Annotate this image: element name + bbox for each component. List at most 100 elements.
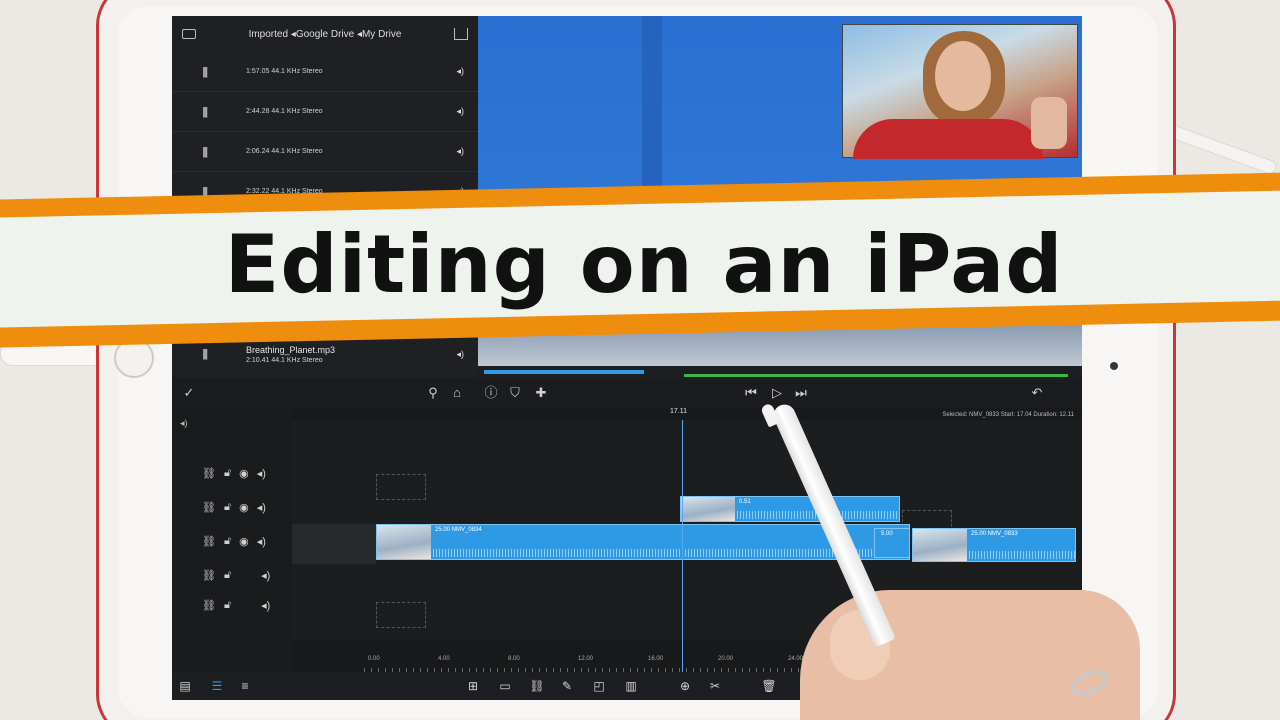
link-icon[interactable]: ⛓: [202, 467, 216, 480]
speaker-icon[interactable]: ◂): [456, 66, 464, 77]
add-media-icon[interactable]: ⊞: [464, 677, 482, 695]
clip-thumbnail: [681, 497, 735, 521]
playhead[interactable]: [682, 420, 683, 674]
check-circle-icon[interactable]: ✓: [180, 384, 198, 402]
info-icon[interactable]: ⓘ: [482, 384, 500, 402]
empty-clip-slot[interactable]: [376, 474, 426, 500]
media-browser-header: Imported ◂Google Drive ◂My Drive: [172, 16, 478, 52]
scrub-progress: [484, 370, 644, 374]
scissors-icon[interactable]: ✂: [706, 677, 724, 695]
duration: 1:57.05: [246, 68, 270, 75]
list-item[interactable]: ||||| 1:57.05 44.1 KHz Stereo ◂): [172, 52, 478, 92]
audio-meta: 44.1 KHz Stereo: [271, 108, 323, 115]
audio-meta: 44.1 KHz Stereo: [271, 68, 323, 75]
track-controls-row: ⛓ 🔓︎ ◂): [202, 594, 292, 616]
title-banner: Editing on an iPad: [0, 172, 1280, 349]
ruler-label: 0.00: [368, 656, 380, 662]
duration: 2:10.41: [246, 356, 270, 364]
playhead-time: 17.11: [670, 408, 687, 415]
ruler-label: 4.00: [438, 656, 450, 662]
clip-label: 0.51: [739, 499, 751, 505]
clip-icon[interactable]: ▭: [496, 677, 514, 695]
add-icon[interactable]: ⊕: [676, 677, 694, 695]
speaker-icon[interactable]: ◂): [261, 569, 270, 582]
skip-forward-icon[interactable]: ⏭: [792, 384, 810, 402]
play-icon[interactable]: ▷: [768, 384, 786, 402]
camera-plus-icon[interactable]: ⌂: [448, 384, 466, 402]
speaker-icon[interactable]: ◂): [456, 146, 464, 157]
link-icon[interactable]: ⛓: [202, 535, 216, 548]
front-camera: [1110, 362, 1118, 370]
search-icon[interactable]: ⚲: [424, 384, 442, 402]
snapshot-icon[interactable]: ◰: [590, 677, 608, 695]
speaker-icon[interactable]: ◂): [456, 349, 464, 360]
toolbar: ✓ ⚲ ⌂ ⓘ ⛉ ✚ ⏮ ▷ ⏭ ↶: [172, 378, 1082, 408]
lock-icon[interactable]: 🔓︎: [224, 569, 231, 582]
speaker-icon[interactable]: ◂): [261, 599, 270, 612]
list-item[interactable]: ||||| 2:44.28 44.1 KHz Stereo ◂): [172, 92, 478, 132]
lock-icon[interactable]: 🔓︎: [224, 599, 231, 612]
clip-c[interactable]: 25.00 NMV_0833: [912, 528, 1076, 562]
add-anchor-icon[interactable]: ✚: [532, 384, 550, 402]
ruler-label: 8.00: [508, 656, 520, 662]
clip-thumbnail: [377, 525, 431, 559]
track-controls-row: ⛓ 🔓︎ ◉ ◂): [202, 462, 292, 484]
track-controls-row: ⛓ 🔓︎ ◉ ◂): [202, 530, 292, 552]
clip-label: 5.00: [881, 531, 893, 537]
library-icon[interactable]: ▥: [622, 677, 640, 695]
shield-icon[interactable]: ⛉: [506, 384, 524, 402]
volume-icon[interactable]: ◂): [180, 418, 188, 429]
track-controls: ◂) ⛓ 🔓︎ ◉ ◂) ⛓ 🔓︎ ◉ ◂) ⛓ 🔓︎ ◉ ◂) ⛓ 🔓︎ ◂) ⛓ 🔓︎ ◂): [172, 408, 292, 672]
timeline-view-icon[interactable]: ☰: [208, 677, 226, 695]
pen-icon[interactable]: ✎: [558, 677, 576, 695]
clip-label: 25.00 NMV_0834: [435, 527, 482, 533]
list-view-icon[interactable]: ≡: [236, 677, 254, 695]
link-icon[interactable]: ⛓: [202, 569, 216, 582]
download-icon[interactable]: [454, 28, 468, 40]
speaker-icon[interactable]: ◂): [456, 106, 464, 117]
speaker-icon[interactable]: ◂): [257, 501, 266, 514]
selection-info: Selected: NMV_0833 Start: 17.04 Duration…: [942, 412, 1074, 418]
waveform-icon: |||||: [202, 65, 208, 78]
list-item[interactable]: ||||| 2:06.24 44.1 KHz Stereo ◂): [172, 132, 478, 172]
audio-meta: 44.1 KHz Stereo: [271, 356, 323, 364]
audio-clip[interactable]: 5.00: [874, 528, 910, 558]
ruler-label: 20.00: [718, 656, 734, 662]
lock-icon[interactable]: 🔓︎: [224, 501, 231, 514]
ruler-label: 12.00: [578, 656, 594, 662]
audio-level: [684, 374, 1068, 377]
duration: 2:06.24: [246, 148, 270, 155]
folder-icon[interactable]: [182, 29, 196, 39]
waveform-icon: |||||: [202, 348, 208, 360]
waveform-icon: |||||: [202, 105, 208, 118]
duration: 2:44.28: [246, 108, 270, 115]
link-icon[interactable]: ⛓: [528, 677, 546, 695]
empty-clip-slot[interactable]: [376, 602, 426, 628]
track-controls-row: ⛓ 🔓︎ ◂): [202, 564, 292, 586]
breadcrumb[interactable]: Imported ◂Google Drive ◂My Drive: [196, 29, 454, 40]
link-icon[interactable]: ⛓: [202, 599, 216, 612]
waveform-icon: |||||: [202, 145, 208, 158]
eye-icon[interactable]: ◉: [239, 535, 249, 548]
ruler-label: 16.00: [648, 656, 664, 662]
speaker-icon[interactable]: ◂): [257, 535, 266, 548]
ruler-label: 24.00: [788, 656, 804, 662]
undo-icon[interactable]: ↶: [1028, 384, 1046, 402]
lock-icon[interactable]: 🔓︎: [224, 467, 231, 480]
file-name: Breathing_Planet.mp3: [246, 344, 336, 355]
picture-in-picture[interactable]: [842, 24, 1078, 159]
track-controls-row: ⛓ 🔓︎ ◉ ◂): [202, 496, 292, 518]
settings-icon[interactable]: ▤: [176, 677, 194, 695]
eye-icon[interactable]: ◉: [239, 501, 249, 514]
clip-label: 25.00 NMV_0833: [971, 531, 1018, 537]
clip-thumbnail: [913, 529, 967, 561]
audio-meta: 44.1 KHz Stereo: [271, 148, 323, 155]
skip-back-icon[interactable]: ⏮: [742, 384, 760, 402]
link-icon[interactable]: ⛓: [202, 501, 216, 514]
speaker-icon[interactable]: ◂): [257, 467, 266, 480]
trash-icon[interactable]: 🗑︎: [760, 677, 778, 695]
overlay-clip[interactable]: 0.51: [680, 496, 900, 522]
eye-icon[interactable]: ◉: [239, 467, 249, 480]
lock-icon[interactable]: 🔓︎: [224, 535, 231, 548]
banner-title: Editing on an iPad: [224, 217, 1064, 311]
